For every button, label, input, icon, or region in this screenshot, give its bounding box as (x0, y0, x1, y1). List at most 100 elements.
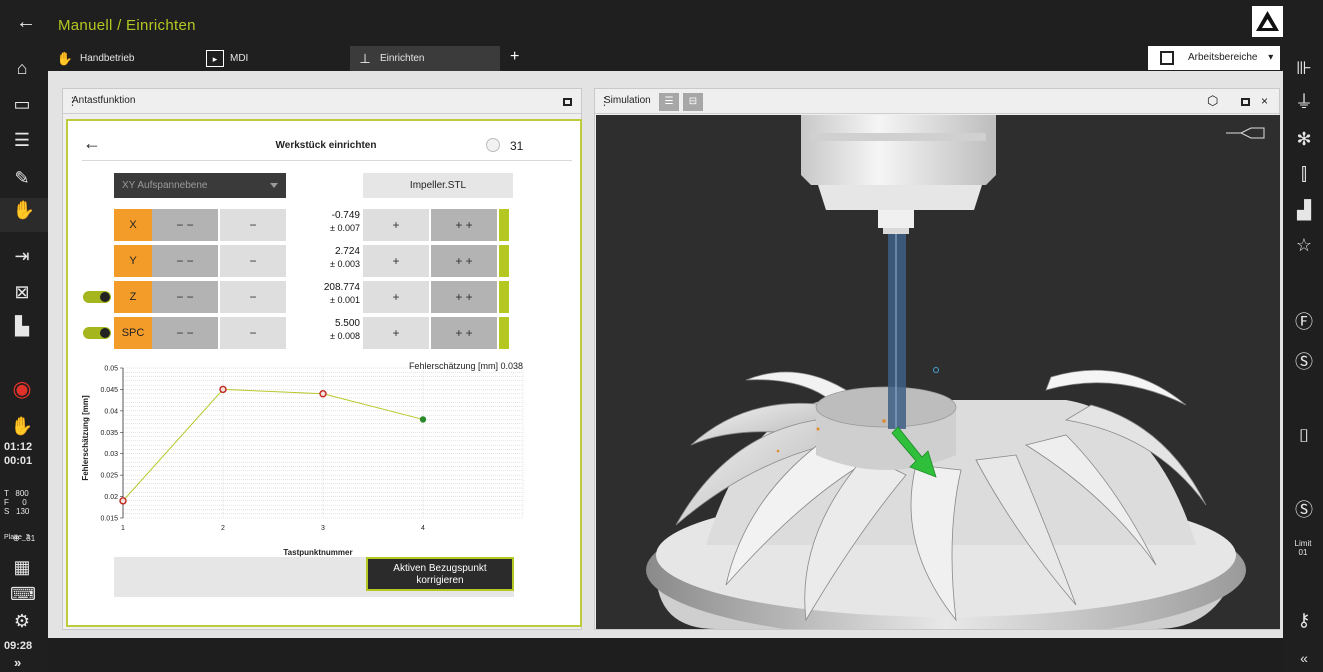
add-tab-button[interactable]: + (510, 48, 519, 66)
simulation-viewport[interactable] (596, 115, 1280, 629)
stop-icon[interactable]: ◉ (10, 377, 34, 401)
axis-label: Z (114, 281, 152, 313)
tab-einrichten[interactable]: ⊥ Einrichten (350, 46, 500, 71)
tab-handbetrieb[interactable]: ✋ Handbetrieb (50, 46, 198, 71)
workspace-area: ⋮ Antastfunktion ← Werkstück einrichten … (48, 71, 1283, 638)
axis-value-main: 208.774 (323, 282, 360, 293)
chart-ylabel: Fehlerschätzung [mm] (81, 395, 90, 481)
increment-button[interactable]: + (363, 245, 429, 277)
axis-row-spc: SPC − − − 5.500 ± 0.008 + + + (68, 317, 584, 349)
home-icon[interactable]: ⌂ (10, 56, 34, 80)
probe-body: ← Werkstück einrichten 31 XY Aufspannebe… (66, 119, 582, 627)
manual-mode-icon[interactable]: ✋ (0, 198, 48, 232)
decrement-large-button[interactable]: − − (152, 317, 218, 349)
program-run-icon[interactable]: ⇥ (10, 244, 34, 268)
y-tick-label: 0.04 (104, 408, 118, 415)
axis-value: 5.500 ± 0.008 (288, 318, 360, 342)
program-edit-icon[interactable]: ✎ (10, 166, 34, 190)
probe-icon[interactable]: ⏚ (1291, 90, 1317, 114)
runtime-label: 01:12 (4, 441, 33, 453)
clamp-icon[interactable]: ⫿ (1291, 162, 1317, 186)
y-tick-label: 0.03 (104, 451, 118, 458)
data-point (119, 497, 127, 505)
axis-tolerance: ± 0.001 (330, 295, 360, 305)
panel-header: ⋮ Antastfunktion (63, 89, 581, 114)
chart-annotation: Fehlerschätzung [mm] 0.038 (409, 361, 523, 371)
datum-target-icon (486, 138, 500, 152)
plane-select[interactable]: XY Aufspannebene (114, 173, 286, 198)
workspaces-dropdown[interactable]: Arbeitsbereiche ▾ (1148, 46, 1280, 70)
clock-label: 09:28 (4, 640, 33, 652)
data-point (219, 385, 227, 394)
increment-large-button[interactable]: + + (431, 281, 497, 313)
title-bar: ← Manuell / Einrichten (0, 0, 1323, 44)
decrement-button[interactable]: − (220, 317, 286, 349)
axis-label: X (114, 209, 152, 241)
machine-icon[interactable]: ▙ (10, 314, 34, 338)
list-view-icon[interactable]: ☰ (659, 93, 679, 111)
increment-button[interactable]: + (363, 209, 429, 241)
keyboard-icon[interactable]: ⌨ (10, 582, 36, 606)
decrement-button[interactable]: − (220, 245, 286, 277)
decrement-large-button[interactable]: − − (152, 245, 218, 277)
table-icon[interactable]: ☰ (10, 128, 34, 152)
coolant-icon[interactable]: ✻ (1291, 127, 1317, 151)
folder-icon[interactable]: ▭ (10, 92, 34, 116)
y-tick-label: 0.035 (100, 430, 118, 437)
axis-value-main: 2.724 (334, 246, 360, 257)
back-arrow-icon[interactable]: ← (16, 12, 36, 32)
increment-button[interactable]: + (363, 317, 429, 349)
expand-icon[interactable]: » (14, 656, 21, 669)
data-point (319, 390, 327, 398)
mdi-mode-icon[interactable]: ⊠ (10, 280, 34, 304)
mdi-icon: ▸ (206, 50, 224, 67)
settings-gear-icon[interactable]: ⚙ (10, 609, 34, 633)
impeller-3d-render (646, 115, 1265, 629)
axis-row-y: Y − − − 2.724 ± 0.003 + + + (68, 245, 584, 277)
tab-label: Einrichten (380, 53, 425, 64)
axis-spc-toggle[interactable] (83, 327, 111, 339)
setup-probe-icon: ⊥ (359, 51, 371, 66)
3d-view-icon[interactable]: ⬡ (1207, 93, 1218, 109)
button-label-line1: Aktiven Bezugspunkt (393, 563, 487, 574)
axis-tolerance: ± 0.007 (330, 223, 360, 233)
panel-title: Simulation (604, 95, 651, 106)
increment-large-button[interactable]: + + (431, 245, 497, 277)
maximize-icon[interactable] (1241, 98, 1250, 106)
maximize-icon[interactable] (563, 98, 572, 106)
probe-heading: Werkstück einrichten (275, 140, 377, 151)
decrement-large-button[interactable]: − − (152, 281, 218, 313)
tab-label: Handbetrieb (80, 53, 135, 64)
axis-status-bar (499, 209, 509, 241)
toolbox-icon[interactable]: ⊟ (683, 93, 703, 111)
correct-datum-button[interactable]: Aktiven Bezugspunkt korrigieren (366, 557, 514, 591)
user-key-icon[interactable]: ⚷ (1291, 608, 1317, 632)
tab-mdi[interactable]: ▸ MDI (200, 46, 348, 71)
axis-value: -0.749 ± 0.007 (288, 210, 360, 234)
favorite-star-icon[interactable]: ☆ (1291, 233, 1317, 257)
model-file-button[interactable]: Impeller.STL (363, 173, 513, 198)
feed-override-icon[interactable]: Ⓕ (1291, 310, 1317, 334)
spindle-override-icon[interactable]: Ⓢ (1291, 350, 1317, 374)
calculator-icon[interactable]: ▦ (10, 555, 34, 579)
spindle-limit-icon[interactable]: Ⓢ (1291, 498, 1317, 522)
increment-button[interactable]: + (363, 281, 429, 313)
decrement-button[interactable]: − (220, 281, 286, 313)
collapse-icon[interactable]: « (1291, 646, 1317, 670)
workpiece-icon[interactable]: ▟ (1291, 198, 1317, 222)
decrement-large-button[interactable]: − − (152, 209, 218, 241)
cycle-time-label: 00:01 (4, 455, 33, 467)
axis-row-z: Z − − − 208.774 ± 0.001 + + + (68, 281, 584, 313)
axis-status-bar (499, 317, 509, 349)
tool-icon[interactable]: ⊪ (1291, 56, 1317, 80)
close-icon[interactable]: × (1261, 94, 1268, 108)
decrement-button[interactable]: − (220, 209, 286, 241)
chart-xlabel: Tastpunktnummer (283, 548, 352, 557)
axis-value: 208.774 ± 0.001 (288, 282, 360, 306)
button-label-line2: korrigieren (416, 575, 464, 586)
right-sidebar: ⊪ ⏚ ✻ ⫿ ▟ ☆ Ⓕ Ⓢ ⌷ Ⓢ Limit 01 ⚷ « (1283, 0, 1323, 672)
axis-z-toggle[interactable] (83, 291, 111, 303)
door-icon[interactable]: ⌷ (1291, 424, 1317, 448)
increment-large-button[interactable]: + + (431, 317, 497, 349)
increment-large-button[interactable]: + + (431, 209, 497, 241)
